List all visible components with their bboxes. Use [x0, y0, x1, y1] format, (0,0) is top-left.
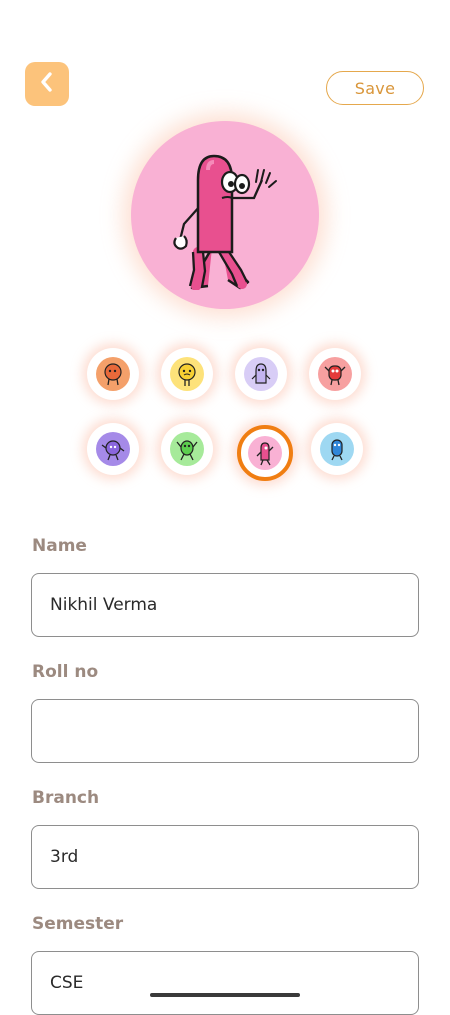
avatar-option-green[interactable] [161, 423, 213, 475]
selected-avatar [131, 121, 319, 309]
lavender-character-icon [244, 357, 278, 391]
branch-field[interactable] [31, 825, 419, 889]
roll-no-label: Roll no [32, 662, 99, 682]
avatar-option-red[interactable] [309, 348, 361, 400]
purple-character-icon [96, 432, 130, 466]
avatar-option-lavender[interactable] [235, 348, 287, 400]
yellow-character-icon [170, 357, 204, 391]
home-indicator[interactable] [150, 993, 300, 997]
pink-character-icon [173, 154, 277, 290]
save-button[interactable]: Save [326, 71, 424, 105]
avatar-option-yellow[interactable] [161, 348, 213, 400]
orange-character-icon [96, 357, 130, 391]
roll-no-field[interactable] [31, 699, 419, 763]
name-label: Name [32, 536, 87, 556]
red-character-icon [318, 357, 352, 391]
avatar-option-purple[interactable] [87, 423, 139, 475]
chevron-left-icon [39, 71, 55, 97]
name-field[interactable] [31, 573, 419, 637]
branch-label: Branch [32, 788, 100, 808]
avatar-option-orange[interactable] [87, 348, 139, 400]
avatar-option-pink[interactable] [237, 425, 293, 481]
pink-character-small-icon [248, 436, 282, 470]
blue-character-icon [320, 432, 354, 466]
back-button[interactable] [25, 62, 69, 106]
avatar-option-blue[interactable] [311, 423, 363, 475]
semester-label: Semester [32, 914, 124, 934]
green-character-icon [170, 432, 204, 466]
semester-field[interactable] [31, 951, 419, 1015]
